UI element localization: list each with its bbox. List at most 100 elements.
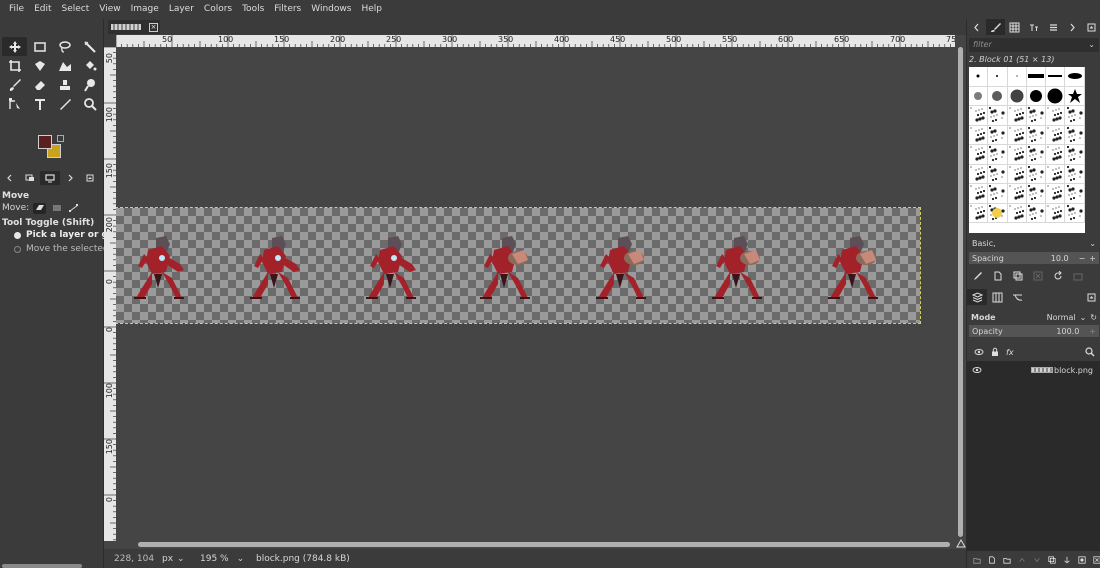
rect-select-icon[interactable] xyxy=(27,37,52,56)
brush-thumbnail[interactable] xyxy=(1046,67,1066,87)
horizontal-scrollbar[interactable] xyxy=(116,541,955,548)
brush-thumbnail[interactable] xyxy=(1007,67,1027,87)
menu-view[interactable]: View xyxy=(94,0,125,19)
document-history-tab-icon[interactable] xyxy=(1044,19,1063,35)
brush-thumbnail[interactable] xyxy=(988,145,1008,165)
new-brush-icon[interactable] xyxy=(993,271,1003,281)
brush-thumbnail[interactable] xyxy=(1046,184,1066,204)
brush-thumbnail[interactable] xyxy=(1046,86,1066,106)
brush-thumbnail[interactable] xyxy=(1026,164,1047,184)
image-canvas[interactable] xyxy=(116,207,921,324)
brush-thumbnail[interactable] xyxy=(988,67,1008,87)
search-icon[interactable] xyxy=(1085,347,1095,357)
foreground-color-swatch[interactable] xyxy=(38,135,52,149)
menu-image[interactable]: Image xyxy=(126,0,164,19)
refresh-brushes-icon[interactable] xyxy=(1053,270,1063,281)
canvas-area[interactable] xyxy=(116,47,955,541)
chevron-down-icon[interactable]: ⌄ xyxy=(1088,38,1095,52)
color-picker-icon[interactable] xyxy=(52,94,77,113)
chevron-right-icon[interactable] xyxy=(60,171,80,185)
brush-thumbnail[interactable] xyxy=(988,184,1008,204)
dock-menu-icon[interactable] xyxy=(80,171,100,185)
brush-thumbnail[interactable] xyxy=(1007,145,1027,165)
minus-icon[interactable]: − xyxy=(1079,254,1086,263)
brush-thumbnail[interactable] xyxy=(1046,125,1066,145)
bucket-fill-icon[interactable] xyxy=(77,56,102,75)
delete-layer-icon[interactable] xyxy=(1093,555,1100,565)
new-layer-group-icon[interactable] xyxy=(973,555,981,565)
swap-colors-icon[interactable] xyxy=(57,135,64,142)
brush-thumbnail[interactable] xyxy=(1026,106,1047,126)
brush-preset-select[interactable]: Basic, ⌄ xyxy=(969,237,1099,250)
duplicate-brush-icon[interactable] xyxy=(1013,271,1023,281)
navigate-icon[interactable] xyxy=(955,538,966,549)
layers-tab-icon[interactable] xyxy=(967,289,987,305)
clone-icon[interactable] xyxy=(52,75,77,94)
new-layer-icon[interactable] xyxy=(988,555,996,565)
zoom-icon[interactable] xyxy=(77,94,102,113)
brush-thumbnail[interactable] xyxy=(1007,164,1027,184)
layer-mode-select[interactable]: Normal xyxy=(1047,313,1076,322)
brush-thumbnail[interactable] xyxy=(1007,184,1027,204)
brush-thumbnail[interactable] xyxy=(1007,203,1027,223)
brush-thumbnail[interactable] xyxy=(1007,106,1027,126)
brush-thumbnail[interactable] xyxy=(1065,164,1085,184)
option-move-selected[interactable]: Move the selected layer xyxy=(0,242,104,256)
delete-brush-icon[interactable] xyxy=(1033,271,1043,281)
brush-thumbnail[interactable] xyxy=(969,145,989,165)
lower-layer-icon[interactable] xyxy=(1033,555,1041,565)
brush-thumbnail[interactable] xyxy=(1065,184,1085,204)
brush-thumbnail[interactable] xyxy=(1046,106,1066,126)
brush-thumbnail[interactable] xyxy=(1065,145,1085,165)
brush-thumbnail[interactable] xyxy=(988,106,1008,126)
channels-tab-icon[interactable] xyxy=(987,289,1007,305)
opacity-slider[interactable]: Opacity 100.0 + xyxy=(969,325,1099,337)
brush-thumbnail[interactable] xyxy=(969,125,989,145)
mask-layer-icon[interactable] xyxy=(1078,555,1086,565)
move-path-mode-icon[interactable] xyxy=(67,203,80,214)
menu-edit[interactable]: Edit xyxy=(29,0,56,19)
plus-icon[interactable]: + xyxy=(1089,327,1096,336)
option-pick-layer[interactable]: Pick a layer or guide xyxy=(0,228,104,242)
eye-icon[interactable] xyxy=(967,365,987,375)
menu-tools[interactable]: Tools xyxy=(237,0,269,19)
brush-thumbnail[interactable] xyxy=(969,67,989,87)
plus-icon[interactable]: + xyxy=(1089,254,1096,263)
brush-thumbnail[interactable] xyxy=(1026,67,1047,87)
unit-select[interactable]: px ⌄ xyxy=(158,554,194,564)
crop-icon[interactable] xyxy=(2,56,27,75)
paths-tab-icon[interactable] xyxy=(1007,289,1027,305)
eraser-icon[interactable] xyxy=(27,75,52,94)
move-tool-icon[interactable] xyxy=(2,37,27,56)
vertical-ruler[interactable]: 50 100 150 200 0 0 100 150 0 xyxy=(104,47,116,541)
text-tool-icon[interactable] xyxy=(27,94,52,113)
fonts-tab-icon[interactable] xyxy=(1024,19,1043,35)
brush-thumbnail[interactable] xyxy=(988,86,1008,106)
vertical-scroll-thumb[interactable] xyxy=(958,47,963,537)
layer-row[interactable]: block.png xyxy=(967,361,1100,379)
transform-icon[interactable] xyxy=(27,56,52,75)
raise-layer-icon[interactable] xyxy=(1018,555,1026,565)
layer-list[interactable]: block.png xyxy=(967,361,1100,551)
patterns-tab-icon[interactable] xyxy=(1005,19,1024,35)
lock-icon[interactable] xyxy=(990,347,1000,357)
device-status-tab-icon[interactable] xyxy=(20,171,40,185)
mode-reset-icon[interactable]: ↻ xyxy=(1090,313,1097,322)
menu-help[interactable]: Help xyxy=(356,0,387,19)
menu-select[interactable]: Select xyxy=(57,0,95,19)
brush-thumbnail[interactable] xyxy=(969,164,989,184)
image-tab-block[interactable]: × xyxy=(108,20,160,34)
menu-file[interactable]: File xyxy=(4,0,29,19)
new-group-icon[interactable] xyxy=(1003,555,1011,565)
smudge-icon[interactable] xyxy=(77,75,102,94)
menu-filters[interactable]: Filters xyxy=(269,0,306,19)
brush-grid[interactable] xyxy=(969,67,1085,233)
brush-thumbnail[interactable] xyxy=(1065,203,1085,223)
menu-windows[interactable]: Windows xyxy=(306,0,356,19)
tool-options-scrollbar[interactable] xyxy=(2,564,82,568)
brush-thumbnail[interactable] xyxy=(1026,86,1047,106)
brush-thumbnail[interactable] xyxy=(1026,203,1047,223)
brush-thumbnail[interactable] xyxy=(1046,203,1066,223)
brush-thumbnail[interactable] xyxy=(1007,125,1027,145)
radio-move-selected[interactable] xyxy=(14,245,21,253)
